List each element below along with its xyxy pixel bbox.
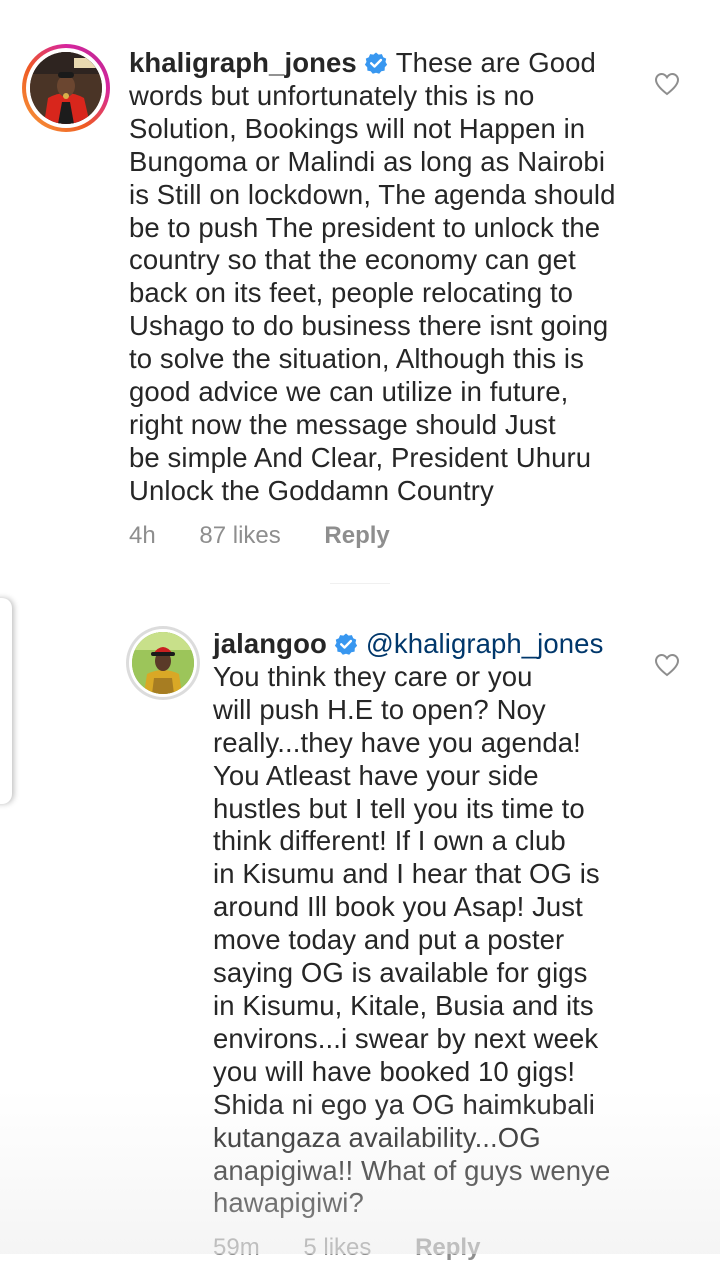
comment-meta: 4h 87 likes Reply xyxy=(129,522,427,550)
comment-line: you will have booked 10 gigs! xyxy=(213,1055,576,1087)
comment-line: Solution, Bookings will not Happen in xyxy=(129,112,586,144)
comment-divider xyxy=(330,583,390,584)
comment-text: khaligraph_jones These are Good words but… xyxy=(129,47,629,508)
comment-line: move today and put a poster xyxy=(213,924,565,956)
comment-line: words but unfortunately this is no xyxy=(129,79,535,111)
comment-line: in Kisumu, Kitale, Busia and its xyxy=(213,989,594,1021)
comment-line: to solve the situation, Although this is xyxy=(129,343,584,375)
comment-line: saying OG is available for gigs xyxy=(213,957,588,989)
comment-line: These are Good xyxy=(395,47,596,78)
avatar[interactable] xyxy=(132,632,194,694)
verified-badge-icon xyxy=(364,52,387,74)
side-drawer-handle[interactable] xyxy=(0,598,12,804)
comment-line: Shida ni ego ya OG haimkubali xyxy=(213,1088,596,1120)
comment-line: You Atleast have your side xyxy=(213,759,539,791)
verified-badge-icon xyxy=(334,633,357,655)
comment-username[interactable]: khaligraph_jones xyxy=(129,47,357,78)
comment-line: good advice we can utilize in future, xyxy=(129,376,569,408)
avatar[interactable] xyxy=(30,52,102,124)
comment-line: hustles but I tell you its time to xyxy=(213,792,585,824)
comment-first-line: jalangoo @khaligraph_jones xyxy=(213,628,633,661)
comment-line: be to push The president to unlock the xyxy=(129,211,601,243)
comment-line: Ushago to do business there isnt going xyxy=(129,310,609,342)
comment-meta: 59m 5 likes Reply xyxy=(213,1234,517,1262)
comment-line: country so that the economy can get xyxy=(129,244,576,276)
comment-line: Unlock the Goddamn Country xyxy=(129,474,494,506)
comment-username[interactable]: jalangoo xyxy=(213,628,327,659)
comment-line: think different! If I own a club xyxy=(213,825,566,857)
likes-count[interactable]: 87 likes xyxy=(199,522,280,549)
heart-outline-icon[interactable] xyxy=(654,72,680,96)
comment-line: be simple And Clear, President Uhuru xyxy=(129,441,592,473)
reply-button[interactable]: Reply xyxy=(324,522,389,549)
comment-line: right now the message should Just xyxy=(129,408,556,440)
comment-line: in Kisumu and I hear that OG is xyxy=(213,858,600,890)
comment-line: You think they care or you xyxy=(213,660,533,692)
reply-button[interactable]: Reply xyxy=(415,1234,480,1261)
comment-line: environs...i swear by next week xyxy=(213,1022,599,1054)
comment-line: anapigiwa!! What of guys wenye xyxy=(213,1154,611,1186)
profile-photo-icon xyxy=(30,52,102,124)
comment-line: hawapigiwi? xyxy=(213,1187,364,1219)
comment-line: kutangaza availability...OG xyxy=(213,1121,541,1153)
comment-line: is Still on lockdown, The agenda should xyxy=(129,178,616,210)
profile-photo-icon xyxy=(132,632,194,694)
comment-line: really...they have you agenda! xyxy=(213,726,581,758)
comment-timestamp: 4h xyxy=(129,522,156,549)
likes-count[interactable]: 5 likes xyxy=(303,1234,371,1261)
comment-line: will push H.E to open? Noy xyxy=(213,693,546,725)
comment-timestamp: 59m xyxy=(213,1234,260,1261)
comment-first-line: khaligraph_jones These are Good xyxy=(129,47,629,80)
mention-link[interactable]: @khaligraph_jones xyxy=(366,628,604,659)
comment-line: back on its feet, people relocating to xyxy=(129,277,574,309)
comment-line: around Ill book you Asap! Just xyxy=(213,891,583,923)
heart-outline-icon[interactable] xyxy=(654,653,680,677)
comment-line: Bungoma or Malindi as long as Nairobi xyxy=(129,145,606,177)
comment-text: jalangoo @khaligraph_jones You think they… xyxy=(213,628,633,1220)
